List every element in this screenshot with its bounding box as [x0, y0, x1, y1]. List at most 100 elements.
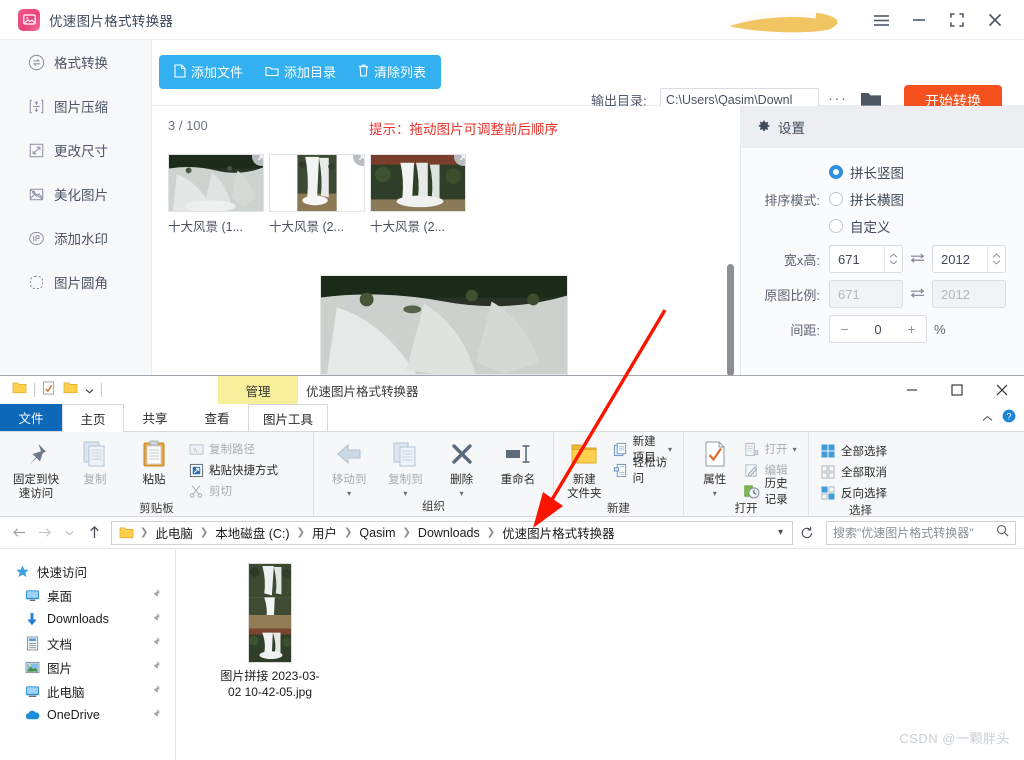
forward-button[interactable]	[33, 521, 55, 545]
nav-item-onedrive[interactable]: OneDrive	[0, 703, 175, 727]
gap-plus-button[interactable]: +	[897, 316, 926, 342]
chevron-down-icon[interactable]	[85, 381, 94, 399]
height-stepper[interactable]: 2012	[932, 245, 1006, 273]
radio-icon[interactable]	[829, 165, 843, 179]
width-value[interactable]: 671	[830, 252, 884, 267]
close-icon[interactable]	[979, 376, 1024, 404]
paste-shortcut-button[interactable]: 粘贴快捷方式	[185, 460, 281, 480]
ribbon-tabs: 文件 主页 共享 查看 图片工具	[0, 404, 1024, 432]
svg-text:\\..: \\..	[193, 447, 200, 453]
pin-icon[interactable]	[150, 636, 161, 652]
minimize-icon[interactable]	[900, 0, 938, 40]
gap-stepper[interactable]: − 0 +	[829, 315, 927, 343]
mode-option-custom[interactable]: 自定义	[829, 216, 891, 236]
mode-option-horizontal[interactable]: 拼长横图	[829, 189, 904, 209]
gap-value[interactable]: 0	[859, 322, 897, 337]
thumbnail-item[interactable]: ✕ 十大风景 (2...	[269, 154, 365, 235]
tab-picture-tools[interactable]: 图片工具	[248, 404, 328, 431]
back-button[interactable]	[8, 521, 30, 545]
clear-list-button[interactable]: 清除列表	[347, 55, 437, 89]
sidebar-item-beautify[interactable]: 美化图片	[0, 172, 151, 216]
chevron-down-icon[interactable]: ▾	[773, 527, 788, 538]
new-folder-button[interactable]: 新建文件夹	[562, 437, 607, 501]
invert-selection-button[interactable]: 反向选择	[817, 483, 890, 503]
stepper-arrows-icon[interactable]	[884, 246, 902, 272]
nav-item-desktop[interactable]: 桌面	[0, 583, 175, 607]
height-value[interactable]: 2012	[933, 252, 987, 267]
stepper-arrows-icon[interactable]	[987, 246, 1005, 272]
refresh-icon[interactable]	[796, 521, 818, 545]
chevron-down-icon[interactable]: ▾	[668, 445, 672, 454]
breadcrumb-item[interactable]: 本地磁盘 (C:)	[211, 523, 293, 542]
sidebar-item-rounded-corner[interactable]: 图片圆角	[0, 260, 151, 304]
maximize-icon[interactable]	[934, 376, 979, 404]
menu-icon[interactable]	[862, 0, 900, 40]
gap-minus-button[interactable]: −	[830, 316, 859, 342]
contextual-tab-manage[interactable]: 管理	[218, 376, 298, 404]
paste-button[interactable]: 粘贴	[126, 437, 182, 487]
chevron-up-icon[interactable]	[982, 409, 993, 427]
sidebar-item-format-convert[interactable]: 格式转换	[0, 40, 151, 84]
breadcrumb-item[interactable]: Downloads	[414, 526, 484, 540]
button-label: 固定到快速访问	[13, 473, 59, 501]
properties-icon[interactable]	[42, 381, 56, 400]
invert-selection-icon	[820, 485, 836, 501]
minimize-icon[interactable]	[889, 376, 934, 404]
select-none-button[interactable]: 全部取消	[817, 462, 890, 482]
pin-icon[interactable]	[150, 684, 161, 700]
add-file-button[interactable]: 添加文件	[163, 55, 254, 89]
nav-item-quick-access[interactable]: 快速访问	[0, 559, 175, 583]
nav-item-documents[interactable]: 文档	[0, 631, 175, 655]
tab-home[interactable]: 主页	[62, 404, 124, 432]
svg-text:?: ?	[1006, 411, 1011, 421]
search-icon[interactable]	[996, 524, 1009, 542]
list-item[interactable]: 图片拼接 2023-03-02 10-42-05.jpg	[212, 563, 328, 700]
thumbnail-item[interactable]: ✕ 十大风景 (2...	[370, 154, 466, 235]
pin-icon[interactable]	[150, 660, 161, 676]
nav-item-downloads[interactable]: Downloads	[0, 607, 175, 631]
swap-icon[interactable]	[910, 252, 925, 267]
breadcrumb-item[interactable]: 此电脑	[151, 523, 197, 542]
tab-view[interactable]: 查看	[186, 404, 248, 431]
help-icon[interactable]: ?	[1002, 409, 1016, 428]
content-scrollbar[interactable]	[727, 264, 734, 376]
maximize-icon[interactable]	[938, 0, 976, 40]
tab-file[interactable]: 文件	[0, 404, 62, 431]
delete-button[interactable]: 删除 ▾	[435, 437, 489, 499]
select-all-button[interactable]: 全部选择	[817, 441, 890, 461]
new-folder-icon[interactable]	[63, 381, 78, 399]
breadcrumb-item[interactable]: 用户	[308, 523, 341, 542]
width-stepper[interactable]: 671	[829, 245, 903, 273]
sidebar-item-watermark[interactable]: 添加水印	[0, 216, 151, 260]
history-button[interactable]: 历史记录	[741, 481, 800, 501]
properties-button[interactable]: 属性 ▾	[692, 437, 738, 499]
mode-option-vertical[interactable]: 拼长竖图	[829, 162, 904, 182]
sidebar-item-compress[interactable]: 图片压缩	[0, 84, 151, 128]
breadcrumb-item[interactable]: 优速图片格式转换器	[498, 523, 619, 542]
copy-path-button: \\.. 复制路径	[185, 439, 281, 459]
pin-to-quick-access-button[interactable]: 固定到快速访问	[8, 437, 64, 501]
sidebar-item-resize[interactable]: 更改尺寸	[0, 128, 151, 172]
easy-access-button[interactable]: 轻松访问	[610, 460, 675, 480]
tab-share[interactable]: 共享	[124, 404, 186, 431]
breadcrumb-item[interactable]: Qasim	[355, 526, 399, 540]
nav-item-this-pc[interactable]: 此电脑	[0, 679, 175, 703]
search-input[interactable]: 搜索"优速图片格式转换器"	[826, 521, 1016, 545]
recent-locations-button[interactable]	[58, 521, 80, 545]
close-icon[interactable]	[976, 0, 1014, 40]
rename-button[interactable]: 重命名	[491, 437, 545, 487]
breadcrumb[interactable]: ❯ 此电脑 ❯ 本地磁盘 (C:) ❯ 用户 ❯ Qasim ❯ Downloa…	[111, 521, 793, 545]
chevron-down-icon[interactable]: ▾	[713, 489, 717, 499]
pin-icon[interactable]	[150, 588, 161, 604]
open-button: 打开 ▾	[741, 439, 800, 459]
radio-icon[interactable]	[829, 219, 843, 233]
thumbnail-item[interactable]: ✕ 十大风景 (1...	[168, 154, 264, 235]
nav-item-pictures[interactable]: 图片	[0, 655, 175, 679]
folder-icon[interactable]	[12, 381, 27, 399]
add-folder-button[interactable]: 添加目录	[254, 55, 347, 89]
pin-icon[interactable]	[150, 708, 161, 724]
radio-icon[interactable]	[829, 192, 843, 206]
output-more-button[interactable]: ···	[828, 90, 848, 107]
up-button[interactable]	[83, 521, 105, 545]
pin-icon[interactable]	[150, 612, 161, 628]
